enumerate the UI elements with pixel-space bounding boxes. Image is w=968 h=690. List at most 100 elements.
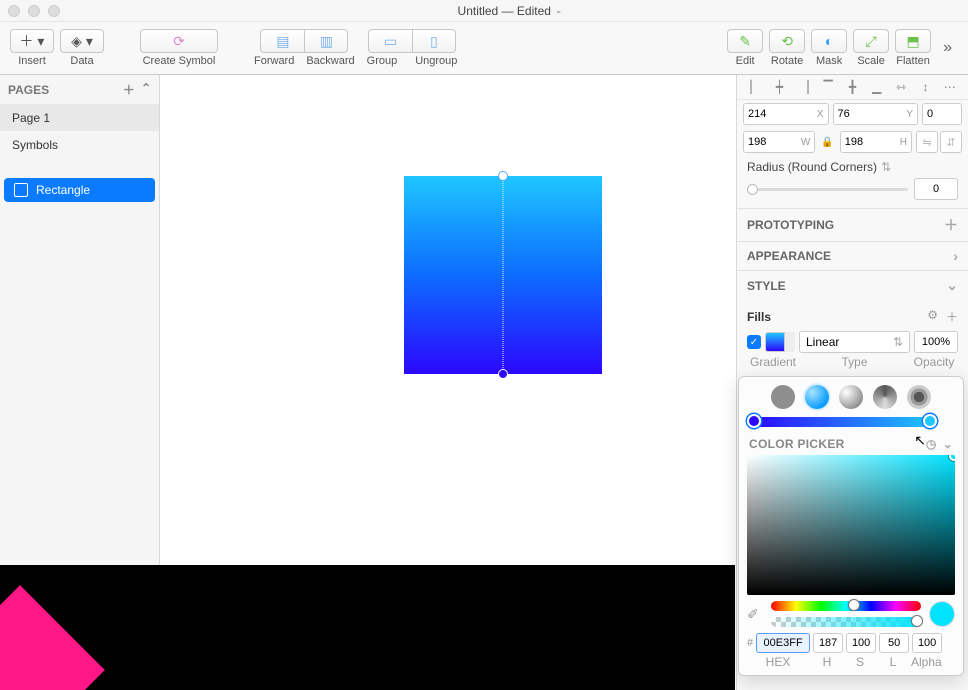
align-center-h-icon[interactable]: ┿ [771, 79, 787, 95]
zoom-window-icon[interactable] [48, 5, 60, 17]
w-input[interactable] [744, 136, 797, 148]
fill-type-linear-icon[interactable] [805, 385, 829, 409]
prototyping-label: PROTOTYPING [747, 218, 834, 232]
color-preview [929, 601, 955, 627]
fill-type-image-icon[interactable] [907, 385, 931, 409]
style-section[interactable]: STYLE⌄ [737, 270, 968, 300]
data-button[interactable]: ◈ ▾ [60, 29, 104, 53]
radius-stepper-icon[interactable]: ⇅ [881, 160, 891, 174]
fill-type-angular-icon[interactable] [873, 385, 897, 409]
chevron-down-icon: ⌄ [946, 277, 958, 294]
align-left-icon[interactable]: ▏ [747, 79, 763, 95]
alpha-handle[interactable] [911, 615, 923, 627]
hue-input[interactable] [813, 633, 843, 653]
saturation-input[interactable] [846, 633, 876, 653]
toolbar-overflow-icon[interactable]: » [937, 39, 958, 57]
minimize-window-icon[interactable] [28, 5, 40, 17]
gradient-start-handle[interactable] [498, 171, 508, 181]
radius-slider[interactable] [747, 188, 908, 191]
canvas-rectangle[interactable] [404, 176, 602, 374]
appearance-section[interactable]: APPEARANCE › [737, 241, 968, 270]
rotation-field[interactable] [922, 103, 962, 125]
page-item-symbols[interactable]: Symbols [0, 131, 159, 158]
gradient-stop-end[interactable] [923, 414, 937, 428]
mask-button[interactable]: ◐ [811, 29, 847, 53]
chevron-right-icon: › [953, 248, 958, 264]
align-distribute-v-icon[interactable]: ↕ [917, 79, 933, 95]
y-input[interactable] [834, 108, 903, 120]
flip-horizontal-icon[interactable]: ⇋ [916, 131, 938, 153]
fill-enabled-checkbox[interactable]: ✓ [747, 335, 761, 349]
appearance-label: APPEARANCE [747, 249, 831, 263]
h-col-label: H [812, 655, 842, 669]
lock-aspect-icon[interactable]: 🔒 [819, 137, 835, 148]
picker-chevron-icon[interactable]: ⌄ [943, 437, 953, 451]
hue-slider[interactable] [771, 601, 921, 611]
lightness-input[interactable] [879, 633, 909, 653]
flatten-button[interactable]: ⬒ [895, 29, 931, 53]
saturation-value-box[interactable] [747, 455, 955, 595]
collapse-pages-icon[interactable]: ⌃ [141, 81, 151, 98]
backward-button[interactable]: ▥ [304, 29, 348, 53]
align-more-icon[interactable]: ⋯ [942, 79, 958, 95]
align-center-v-icon[interactable]: ╋ [844, 79, 860, 95]
insert-button[interactable]: ＋ ▾ [10, 29, 54, 53]
symbols-label: Symbols [12, 138, 58, 152]
fill-opacity-input[interactable] [914, 331, 958, 353]
flip-vertical-icon[interactable]: ⇵ [940, 131, 962, 153]
align-top-icon[interactable]: ▔ [820, 79, 836, 95]
y-field[interactable]: Y [833, 103, 919, 125]
alpha-slider[interactable] [771, 617, 921, 627]
window-title: Untitled — Edited ⌄ [60, 4, 960, 18]
w-field[interactable]: W [743, 131, 815, 153]
create-symbol-button[interactable]: ⟳ [140, 29, 218, 53]
type-col-label: Type [799, 355, 910, 369]
group-button[interactable]: ▭ [368, 29, 412, 53]
prototyping-section[interactable]: PROTOTYPING＋ [737, 208, 968, 241]
hue-handle[interactable] [848, 599, 860, 611]
hex-input[interactable] [756, 633, 810, 653]
gradient-end-handle[interactable] [498, 369, 508, 379]
layer-rectangle-label: Rectangle [36, 183, 90, 197]
scale-button[interactable]: ⤢ [853, 29, 889, 53]
rotation-input[interactable] [923, 108, 961, 120]
page-item-page1[interactable]: Page 1 [0, 104, 159, 131]
fill-type-solid-icon[interactable] [771, 385, 795, 409]
pink-decoration [0, 585, 105, 690]
align-bottom-icon[interactable]: ▁ [869, 79, 885, 95]
fill-type-radial-icon[interactable] [839, 385, 863, 409]
x-input[interactable] [744, 108, 813, 120]
add-page-icon[interactable]: ＋ [123, 81, 135, 98]
eyedropper-icon[interactable]: ✐ [747, 606, 763, 623]
recent-colors-icon[interactable]: ◷ [926, 437, 937, 451]
hex-col-label: HEX [747, 655, 809, 669]
add-fill-icon[interactable]: ＋ [946, 308, 958, 325]
fill-type-value: Linear [806, 335, 839, 349]
gradient-stop-start[interactable] [747, 414, 761, 428]
h-field[interactable]: H [840, 131, 912, 153]
s-col-label: S [845, 655, 875, 669]
align-right-icon[interactable]: ▕ [796, 79, 812, 95]
alpha-input[interactable] [912, 633, 942, 653]
rotate-label: Rotate [771, 55, 803, 67]
fill-type-select[interactable]: Linear⇅ [799, 331, 910, 353]
edit-button[interactable]: ✎ [727, 29, 763, 53]
radius-slider-knob[interactable] [747, 184, 758, 195]
h-input[interactable] [841, 136, 896, 148]
layer-item-rectangle[interactable]: Rectangle [4, 178, 155, 202]
title-chevron-icon[interactable]: ⌄ [555, 5, 563, 16]
color-popover: ⇄ ↷ COLOR PICKER ◷⌄ ✐ # HEX H S L Alpha [738, 376, 964, 676]
traffic-lights [8, 5, 60, 17]
gradient-bar[interactable] [751, 417, 933, 427]
align-distribute-h-icon[interactable]: ⇿ [893, 79, 909, 95]
close-window-icon[interactable] [8, 5, 20, 17]
rotate-button[interactable]: ⟲ [769, 29, 805, 53]
a-col-label: Alpha [911, 655, 941, 669]
ungroup-button[interactable]: ▯ [412, 29, 456, 53]
x-field[interactable]: X [743, 103, 829, 125]
radius-input[interactable] [914, 178, 958, 200]
fill-swatch[interactable] [765, 332, 795, 352]
forward-button[interactable]: ▤ [260, 29, 304, 53]
fills-settings-icon[interactable]: ⚙ [927, 308, 938, 325]
layer-rectangle-icon [14, 183, 28, 197]
